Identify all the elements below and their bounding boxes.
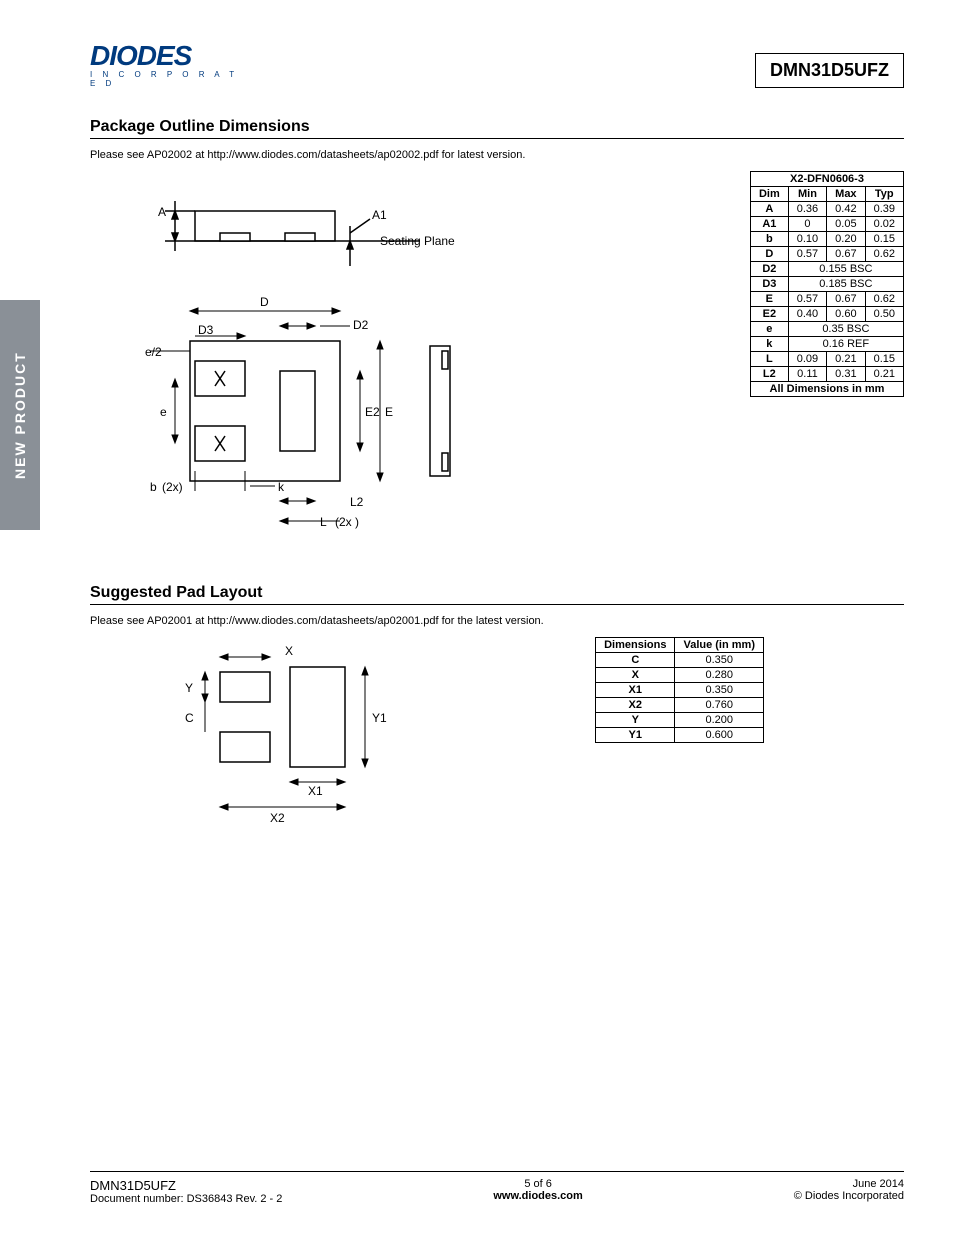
table-row: L20.110.310.21 (750, 367, 903, 382)
section1-title: Package Outline Dimensions (90, 118, 904, 139)
section2-title: Suggested Pad Layout (90, 584, 904, 605)
package-diagram: A A1 Seating Plane (90, 171, 720, 544)
th2-val: Value (in mm) (675, 638, 764, 653)
footer-date: June 2014 (794, 1178, 904, 1190)
logo-brand: DIODES (90, 40, 250, 72)
footer-copyright: © Diodes Incorporated (794, 1190, 904, 1202)
svg-text:Y1: Y1 (372, 711, 387, 725)
table-row: Y10.600 (596, 728, 764, 743)
table-row: k0.16 REF (750, 337, 903, 352)
table-row: C0.350 (596, 653, 764, 668)
footer-docnum: Document number: DS36843 Rev. 2 - 2 (90, 1193, 282, 1205)
package-table: X2-DFN0606-3 Dim Min Max Typ A0.360.420.… (750, 171, 904, 397)
section2-body: X Y C Y1 X1 X2 Dimensions Value (in mm) … (90, 637, 904, 840)
th-typ: Typ (865, 187, 903, 202)
company-logo: DIODES I N C O R P O R A T E D (90, 40, 250, 88)
table-row: X20.760 (596, 698, 764, 713)
svg-text:C: C (185, 711, 194, 725)
section1-body: A A1 Seating Plane (90, 171, 904, 544)
svg-text:D2: D2 (353, 318, 369, 332)
table-row: D20.155 BSC (750, 262, 903, 277)
part-number-box: DMN31D5UFZ (755, 53, 904, 88)
table-row: E20.400.600.50 (750, 307, 903, 322)
new-product-tab: NEW PRODUCT (0, 300, 40, 530)
table-row: e0.35 BSC (750, 322, 903, 337)
svg-text:Y: Y (185, 681, 193, 695)
table-row: X10.350 (596, 683, 764, 698)
logo-subtitle: I N C O R P O R A T E D (90, 70, 250, 88)
section1-note: Please see AP02002 at http://www.diodes.… (90, 149, 904, 161)
svg-text:E: E (385, 405, 393, 419)
svg-text:Seating Plane: Seating Plane (380, 234, 455, 248)
footer-page: 5 of 6 (493, 1178, 582, 1190)
footer-center: 5 of 6 www.diodes.com (493, 1178, 582, 1205)
table-row: b0.100.200.15 (750, 232, 903, 247)
svg-text:e: e (160, 405, 167, 419)
page-footer: DMN31D5UFZ Document number: DS36843 Rev.… (90, 1171, 904, 1205)
page-content: DIODES I N C O R P O R A T E D DMN31D5UF… (0, 0, 954, 840)
th-min: Min (788, 187, 826, 202)
table-row: A0.360.420.39 (750, 202, 903, 217)
table-row: D30.185 BSC (750, 277, 903, 292)
table-row: E0.570.670.62 (750, 292, 903, 307)
table-row: A100.050.02 (750, 217, 903, 232)
section2-note: Please see AP02001 at http://www.diodes.… (90, 615, 904, 627)
th-max: Max (827, 187, 865, 202)
table1-title: X2-DFN0606-3 (750, 172, 903, 187)
th2-dim: Dimensions (596, 638, 675, 653)
pad-layout-diagram: X Y C Y1 X1 X2 (90, 637, 565, 840)
svg-text:X2: X2 (270, 811, 285, 825)
svg-text:k: k (278, 480, 285, 494)
svg-text:D3: D3 (198, 323, 214, 337)
table-row: X0.280 (596, 668, 764, 683)
table-row: D0.570.670.62 (750, 247, 903, 262)
header-row: DIODES I N C O R P O R A T E D DMN31D5UF… (90, 40, 904, 88)
svg-text:A: A (158, 205, 166, 219)
footer-url: www.diodes.com (493, 1190, 582, 1202)
svg-text:(2x ): (2x ) (335, 515, 359, 529)
svg-text:X: X (285, 644, 293, 658)
svg-text:(2x): (2x) (162, 480, 183, 494)
svg-text:A1: A1 (372, 208, 387, 222)
svg-text:b: b (150, 480, 157, 494)
svg-text:L: L (320, 515, 327, 529)
svg-text:E2: E2 (365, 405, 380, 419)
footer-left: DMN31D5UFZ Document number: DS36843 Rev.… (90, 1178, 282, 1205)
svg-text:D: D (260, 295, 269, 309)
table-row: Y0.200 (596, 713, 764, 728)
svg-text:L2: L2 (350, 495, 364, 509)
th-dim: Dim (750, 187, 788, 202)
pad-table: Dimensions Value (in mm) C0.350X0.280X10… (595, 637, 764, 743)
footer-part: DMN31D5UFZ (90, 1178, 282, 1193)
footer-right: June 2014 © Diodes Incorporated (794, 1178, 904, 1205)
svg-text:e/2: e/2 (145, 345, 162, 359)
table-row: L0.090.210.15 (750, 352, 903, 367)
svg-text:X1: X1 (308, 784, 323, 798)
